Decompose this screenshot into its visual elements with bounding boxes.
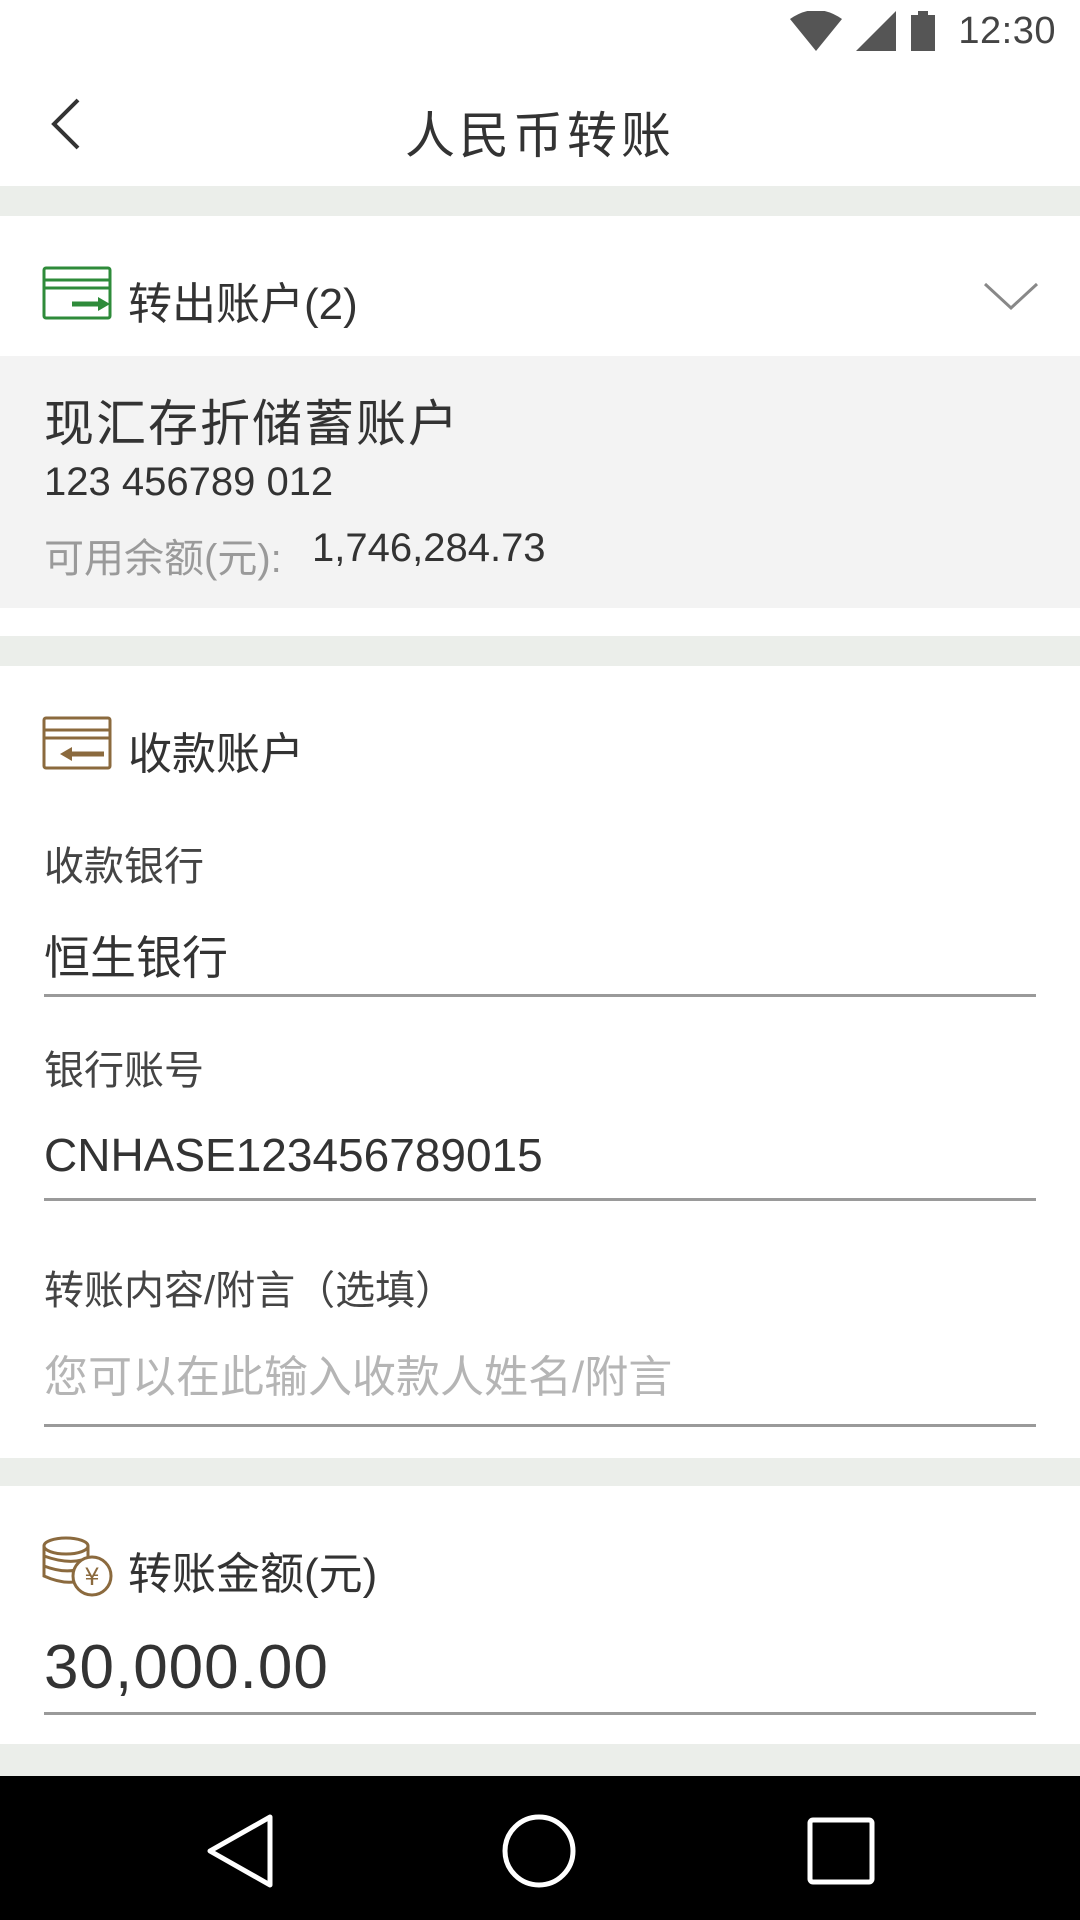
bank-label: 收款银行 <box>44 845 204 889</box>
chevron-down-icon[interactable] <box>982 276 1040 316</box>
app-header: 人民币转账 <box>0 62 1080 186</box>
nav-back-button[interactable] <box>194 1806 284 1896</box>
system-nav-bar <box>0 1776 1080 1920</box>
nav-home-button[interactable] <box>494 1806 584 1896</box>
from-account-section: 转出账户(2) 现汇存折储蓄账户 123 456789 012 可用余额(元):… <box>0 216 1080 608</box>
from-account-details[interactable]: 现汇存折储蓄账户 123 456789 012 可用余额(元): 1,746,2… <box>0 356 1080 608</box>
memo-input[interactable] <box>44 1348 1036 1408</box>
payee-title: 收款账户 <box>128 730 304 779</box>
nav-recents-icon <box>807 1817 875 1885</box>
memo-label: 转账内容/附言（选填） <box>44 1269 456 1313</box>
from-account-title: 转出账户(2) <box>128 280 358 329</box>
balance-value: 1,746,284.73 <box>312 526 546 570</box>
bank-underline <box>44 994 1036 997</box>
section-divider <box>0 636 1080 666</box>
memo-underline <box>44 1424 1036 1427</box>
status-time: 12:30 <box>958 9 1056 52</box>
status-icons: 12:30 <box>790 8 1056 54</box>
nav-home-icon <box>502 1814 576 1888</box>
signal-icon <box>856 11 897 51</box>
amount-section: ¥ 转账金额(元) 30,000.00 <box>0 1486 1080 1744</box>
coins-yuan-icon: ¥ <box>42 1536 113 1597</box>
account-number: 123 456789 012 <box>44 460 334 504</box>
battery-icon <box>911 11 936 51</box>
account-name: 现汇存折储蓄账户 <box>44 396 460 452</box>
amount-title: 转账金额(元) <box>128 1550 378 1599</box>
from-account-header[interactable]: 转出账户(2) <box>0 216 1080 356</box>
page-title: 人民币转账 <box>405 108 675 164</box>
nav-recents-button[interactable] <box>796 1806 886 1896</box>
balance-label: 可用余额(元): <box>44 537 282 581</box>
amount-underline <box>44 1712 1036 1715</box>
nav-back-icon <box>207 1814 273 1888</box>
section-divider <box>0 1744 1080 1776</box>
wifi-icon <box>790 11 843 51</box>
payee-section: 收款账户 收款银行 恒生银行 银行账号 CNHASE123456789015 转… <box>0 666 1080 1458</box>
amount-input[interactable]: 30,000.00 <box>44 1632 329 1703</box>
account-number-label: 银行账号 <box>44 1049 204 1093</box>
card-transfer-in-icon <box>42 716 112 770</box>
section-divider <box>0 1458 1080 1486</box>
account-number-underline <box>44 1198 1036 1201</box>
status-bar: 12:30 <box>0 0 1080 62</box>
svg-text:¥: ¥ <box>84 1563 99 1591</box>
card-transfer-out-icon <box>42 266 112 320</box>
section-divider <box>0 186 1080 216</box>
bank-select[interactable]: 恒生银行 <box>44 922 228 988</box>
account-number-field[interactable]: CNHASE123456789015 <box>44 1128 543 1182</box>
